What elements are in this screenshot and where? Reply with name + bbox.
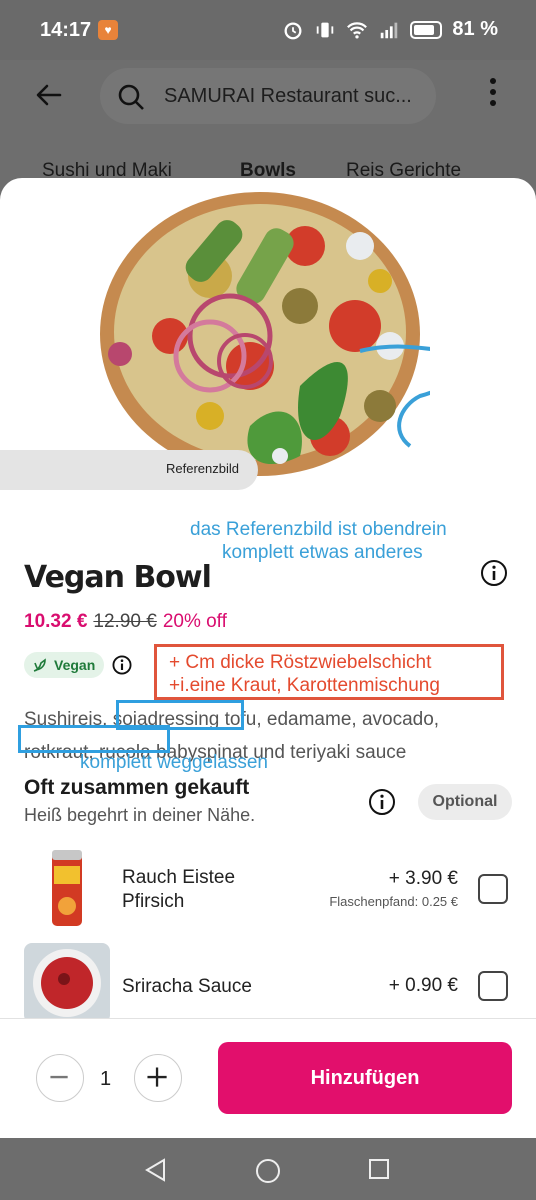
- add-to-cart-button[interactable]: Hinzufügen: [218, 1042, 512, 1114]
- sriracha-sauce-image: [24, 943, 110, 1019]
- wifi-icon: [347, 21, 368, 39]
- nav-back-icon[interactable]: [144, 1158, 168, 1182]
- signal-icon: [381, 22, 398, 38]
- clock: 14:17: [40, 19, 92, 41]
- price-old: 12.90 €: [93, 611, 157, 632]
- often-info-icon[interactable]: [368, 788, 396, 816]
- price-now: 10.32 €: [24, 611, 88, 632]
- often-bought-subtitle: Heiß begehrt in deiner Nähe.: [24, 805, 256, 825]
- list-item[interactable]: Sriracha Sauce + 0.90 €: [0, 943, 536, 1019]
- often-bought-title: Oft zusammen gekauft: [24, 776, 250, 799]
- list-item[interactable]: Rauch Eistee Pfirsich + 3.90 € Flaschenp…: [0, 848, 536, 928]
- discount-label: 20% off: [162, 611, 227, 632]
- search-icon: [118, 84, 144, 110]
- back-arrow-icon[interactable]: [34, 80, 64, 110]
- annotation-red-line-1: + Cm dicke Röstzwiebelschicht: [169, 652, 432, 673]
- decrease-quantity-button[interactable]: [36, 1054, 84, 1102]
- vegan-label: Vegan: [54, 657, 96, 673]
- add-checkbox[interactable]: [478, 971, 508, 1001]
- product-name: Sriracha Sauce: [122, 976, 252, 997]
- reference-image-pill: Referenzbild: [0, 450, 258, 490]
- battery-level: 81 %: [452, 18, 498, 40]
- annotation-blue-box-2: [18, 725, 170, 753]
- more-menu-icon[interactable]: [488, 78, 498, 110]
- annotation-ref-note-1: das Referenzbild ist obendrein: [190, 519, 447, 540]
- nav-home-icon[interactable]: [255, 1158, 281, 1184]
- search-text: SAMURAI Restaurant suc...: [164, 85, 412, 107]
- search-bar[interactable]: SAMURAI Restaurant suc...: [100, 68, 436, 124]
- eistee-can-image: [52, 850, 82, 926]
- nav-recents-icon[interactable]: [368, 1158, 390, 1180]
- minus-icon: [50, 1075, 68, 1079]
- app-bar: SAMURAI Restaurant suc...: [0, 60, 536, 130]
- vibrate-icon: [317, 22, 334, 37]
- annotation-red-box: + Cm dicke Röstzwiebelschicht +i.eine Kr…: [154, 644, 504, 700]
- product-price: + 0.90 €: [388, 975, 458, 996]
- status-bar: 14:17 ♥ 81 %: [0, 0, 536, 60]
- vegan-info-icon[interactable]: [112, 655, 132, 675]
- add-checkbox[interactable]: [478, 874, 508, 904]
- battery-icon: [410, 20, 443, 39]
- product-name: Rauch Eistee Pfirsich: [122, 867, 236, 912]
- reference-image-label: Referenzbild: [166, 461, 239, 476]
- product-price: + 3.90 €: [388, 868, 458, 889]
- notification-icon: ♥: [98, 20, 118, 40]
- vegan-badge: Vegan: [24, 652, 104, 678]
- annotation-ref-note-2: komplett etwas anderes: [222, 542, 423, 563]
- divider: [0, 1018, 536, 1019]
- alarm-icon: [284, 21, 302, 39]
- leaf-icon: [33, 658, 46, 672]
- product-sheet: Referenzbild das Referenzbild ist obendr…: [0, 178, 536, 1138]
- optional-badge: Optional: [418, 784, 512, 820]
- annotation-red-line-2: +i.eine Kraut, Karottenmischung: [169, 675, 440, 696]
- product-image: [100, 192, 430, 476]
- info-icon[interactable]: [480, 559, 508, 587]
- quantity-value: 1: [100, 1068, 112, 1090]
- product-title: Vegan Bowl: [24, 560, 212, 595]
- deposit-label: Flaschenpfand: 0.25 €: [329, 894, 458, 909]
- plus-icon: [147, 1067, 167, 1087]
- price-row: 10.32 €12.90 €20% off: [24, 611, 227, 633]
- increase-quantity-button[interactable]: [134, 1054, 182, 1102]
- annotation-omitted: komplett weggelassen: [80, 752, 268, 773]
- system-nav-bar: [0, 1138, 536, 1200]
